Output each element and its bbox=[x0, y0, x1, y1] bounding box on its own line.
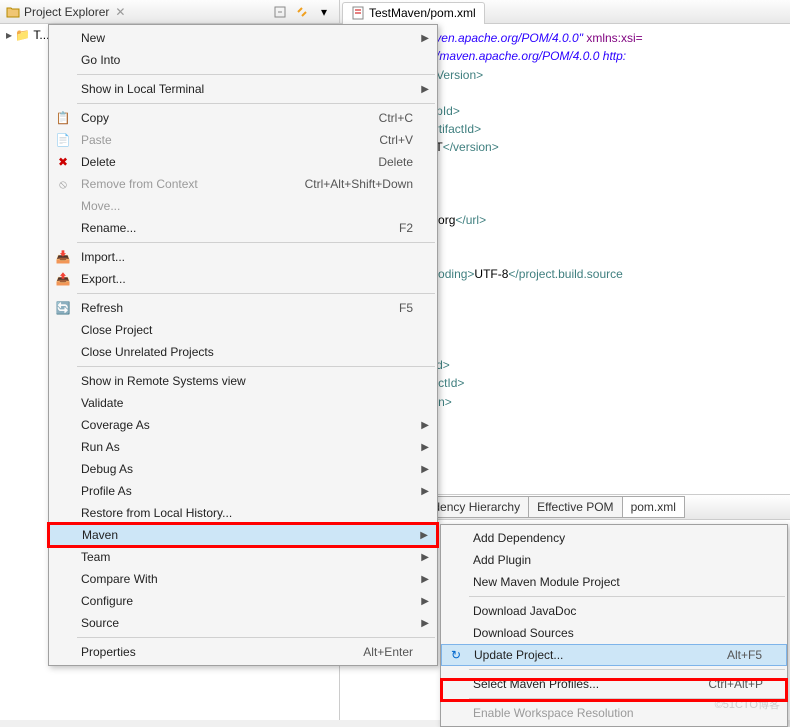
import-icon: 📥 bbox=[55, 249, 71, 265]
menu-close-unrelated[interactable]: Close Unrelated Projects bbox=[49, 341, 437, 363]
submenu-download-javadoc[interactable]: Download JavaDoc bbox=[441, 600, 787, 622]
context-menu: New▶ Go Into Show in Local Terminal▶ 📋Co… bbox=[48, 24, 438, 666]
menu-dropdown-icon[interactable]: ▾ bbox=[315, 3, 333, 21]
menu-separator bbox=[77, 74, 435, 75]
menu-refresh[interactable]: 🔄RefreshF5 bbox=[49, 297, 437, 319]
menu-separator bbox=[77, 103, 435, 104]
menu-validate[interactable]: Validate bbox=[49, 392, 437, 414]
menu-separator bbox=[77, 293, 435, 294]
submenu-select-profiles[interactable]: Select Maven Profiles...Ctrl+Alt+P bbox=[441, 673, 787, 695]
submenu-update-project[interactable]: ↻Update Project...Alt+F5 bbox=[441, 644, 787, 666]
editor-tab-pom[interactable]: TestMaven/pom.xml bbox=[342, 2, 485, 24]
menu-debug-as[interactable]: Debug As▶ bbox=[49, 458, 437, 480]
editor-tab-bar: TestMaven/pom.xml bbox=[340, 0, 790, 24]
menu-export[interactable]: 📤Export... bbox=[49, 268, 437, 290]
menu-paste: 📄PasteCtrl+V bbox=[49, 129, 437, 151]
collapse-all-icon[interactable] bbox=[271, 3, 289, 21]
submenu-new-module[interactable]: New Maven Module Project bbox=[441, 571, 787, 593]
menu-import[interactable]: 📥Import... bbox=[49, 246, 437, 268]
close-icon[interactable]: ✕ bbox=[115, 5, 125, 19]
menu-separator bbox=[469, 596, 785, 597]
menu-rename[interactable]: Rename...F2 bbox=[49, 217, 437, 239]
menu-coverage-as[interactable]: Coverage As▶ bbox=[49, 414, 437, 436]
update-icon: ↻ bbox=[448, 647, 464, 663]
menu-separator bbox=[469, 669, 785, 670]
folder-icon bbox=[6, 5, 20, 19]
menu-copy[interactable]: 📋CopyCtrl+C bbox=[49, 107, 437, 129]
remove-icon: ⦸ bbox=[55, 176, 71, 192]
tree-expand-icon[interactable]: ▸ bbox=[6, 28, 15, 42]
explorer-toolbar: ▾ bbox=[271, 3, 333, 21]
maven-file-icon bbox=[351, 6, 365, 20]
menu-maven[interactable]: Maven▶ bbox=[49, 524, 437, 546]
project-folder-icon: 📁 bbox=[15, 28, 33, 42]
menu-restore-history[interactable]: Restore from Local History... bbox=[49, 502, 437, 524]
export-icon: 📤 bbox=[55, 271, 71, 287]
submenu-download-sources[interactable]: Download Sources bbox=[441, 622, 787, 644]
explorer-tab-bar: Project Explorer ✕ ▾ bbox=[0, 0, 339, 24]
menu-close-project[interactable]: Close Project bbox=[49, 319, 437, 341]
menu-run-as[interactable]: Run As▶ bbox=[49, 436, 437, 458]
menu-configure[interactable]: Configure▶ bbox=[49, 590, 437, 612]
menu-source[interactable]: Source▶ bbox=[49, 612, 437, 634]
submenu-add-dependency[interactable]: Add Dependency bbox=[441, 527, 787, 549]
submenu-add-plugin[interactable]: Add Plugin bbox=[441, 549, 787, 571]
menu-separator bbox=[77, 366, 435, 367]
tab-effective-pom[interactable]: Effective POM bbox=[528, 496, 622, 518]
paste-icon: 📄 bbox=[55, 132, 71, 148]
tab-pomxml[interactable]: pom.xml bbox=[622, 496, 685, 518]
menu-show-terminal[interactable]: Show in Local Terminal▶ bbox=[49, 78, 437, 100]
menu-team[interactable]: Team▶ bbox=[49, 546, 437, 568]
menu-compare-with[interactable]: Compare With▶ bbox=[49, 568, 437, 590]
menu-gointo[interactable]: Go Into bbox=[49, 49, 437, 71]
menu-delete[interactable]: ✖DeleteDelete bbox=[49, 151, 437, 173]
menu-remote-systems[interactable]: Show in Remote Systems view bbox=[49, 370, 437, 392]
editor-tab-title: TestMaven/pom.xml bbox=[369, 6, 476, 20]
copy-icon: 📋 bbox=[55, 110, 71, 126]
menu-new[interactable]: New▶ bbox=[49, 27, 437, 49]
delete-icon: ✖ bbox=[55, 154, 71, 170]
watermark: ©51CTO博客 bbox=[715, 696, 780, 712]
menu-separator bbox=[77, 242, 435, 243]
refresh-icon: 🔄 bbox=[55, 300, 71, 316]
menu-move: Move... bbox=[49, 195, 437, 217]
explorer-title: Project Explorer bbox=[24, 5, 109, 19]
menu-remove-context: ⦸Remove from ContextCtrl+Alt+Shift+Down bbox=[49, 173, 437, 195]
link-editor-icon[interactable] bbox=[293, 3, 311, 21]
menu-profile-as[interactable]: Profile As▶ bbox=[49, 480, 437, 502]
menu-properties[interactable]: PropertiesAlt+Enter bbox=[49, 641, 437, 663]
menu-separator bbox=[77, 637, 435, 638]
